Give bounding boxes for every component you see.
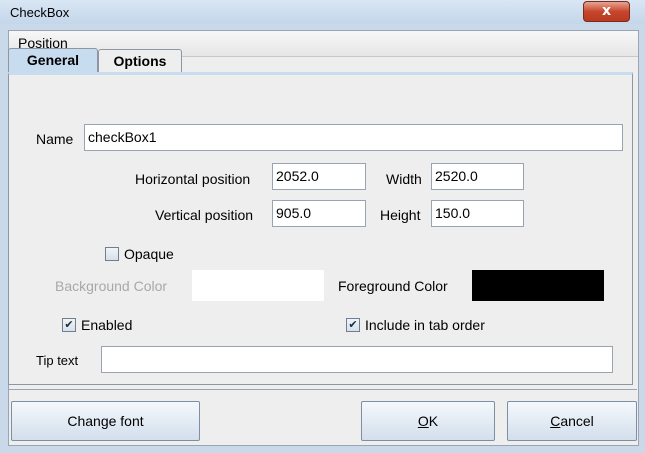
include-in-tab-order-label: Include in tab order xyxy=(365,317,485,333)
button-bar-divider xyxy=(8,389,637,390)
change-font-button[interactable]: Change font xyxy=(11,401,200,441)
tab-options[interactable]: Options xyxy=(98,49,182,73)
cancel-button[interactable]: Cancel xyxy=(507,401,637,441)
background-color-label: Background Color xyxy=(55,278,168,294)
close-icon: x xyxy=(601,3,612,19)
tip-text-label: Tip text xyxy=(36,353,79,368)
title-bar[interactable]: CheckBox x xyxy=(0,0,645,24)
window-title: CheckBox xyxy=(10,5,70,20)
name-field[interactable]: checkBox1 xyxy=(84,124,623,151)
enabled-checkbox[interactable]: ✔ xyxy=(62,318,76,332)
height-field[interactable]: 150.0 xyxy=(431,200,524,227)
width-field[interactable]: 2520.0 xyxy=(431,163,524,190)
dialog-window: CheckBox x Position General Options Name… xyxy=(0,0,645,453)
vertical-position-field[interactable]: 905.0 xyxy=(272,200,366,227)
horizontal-position-label: Horizontal position xyxy=(135,171,251,187)
horizontal-position-field[interactable]: 2052.0 xyxy=(272,163,366,190)
include-in-tab-order-checkbox[interactable]: ✔ xyxy=(346,318,360,332)
tip-text-field[interactable] xyxy=(101,346,613,373)
tab-general[interactable]: General xyxy=(8,48,98,73)
foreground-color-swatch[interactable] xyxy=(472,270,604,301)
background-color-swatch[interactable] xyxy=(192,270,324,301)
foreground-color-label: Foreground Color xyxy=(338,278,448,294)
ok-button[interactable]: OK xyxy=(361,401,495,441)
vertical-position-label: Vertical position xyxy=(155,207,254,223)
width-label: Width xyxy=(386,171,422,187)
close-button[interactable]: x xyxy=(583,1,630,22)
opaque-label: Opaque xyxy=(124,246,174,262)
general-tab-panel xyxy=(8,72,633,385)
height-label: Height xyxy=(380,207,421,223)
enabled-label: Enabled xyxy=(81,317,133,333)
opaque-checkbox[interactable] xyxy=(105,247,119,261)
name-label: Name xyxy=(36,131,74,147)
